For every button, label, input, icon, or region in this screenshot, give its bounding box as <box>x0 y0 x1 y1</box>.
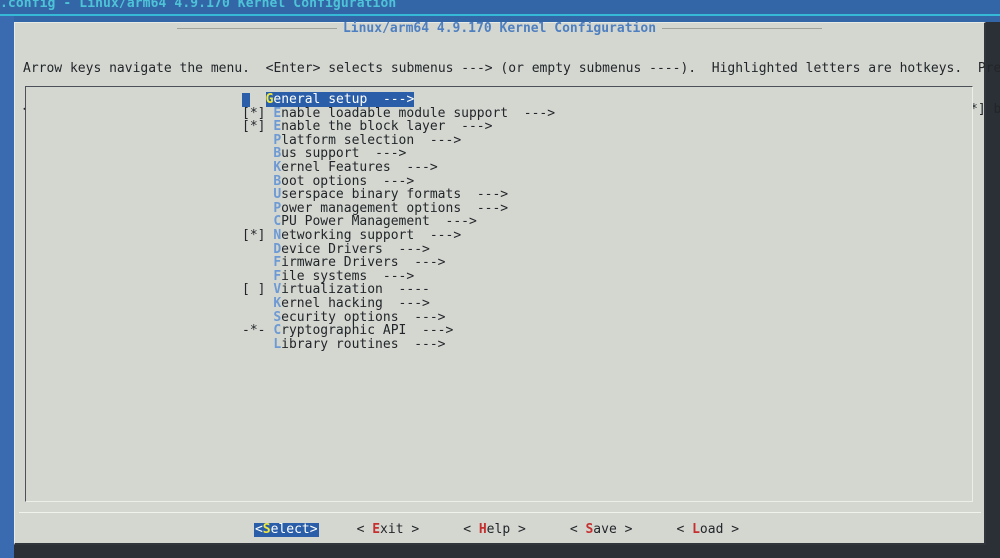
menu-item[interactable]: Power management options ---> <box>242 200 555 216</box>
menu-item[interactable]: Platform selection ---> <box>242 132 555 148</box>
button-bracket-open: < <box>569 522 586 537</box>
menu-item[interactable]: Security options ---> <box>242 310 555 325</box>
button-label: elect <box>270 522 310 537</box>
menu-item-submenu-arrow: ---> <box>461 119 493 135</box>
selection-cursor <box>242 93 250 107</box>
button-load[interactable]: < Load > <box>676 523 739 537</box>
menuconfig-dialog: Linux/arm64 4.9.170 Kernel Configuration… <box>14 21 1000 545</box>
menu-item[interactable]: [*] Networking support ---> <box>242 229 555 243</box>
button-label: xit <box>380 522 404 537</box>
menu-item[interactable]: Kernel hacking ---> <box>242 297 555 311</box>
menu-item-label: ibrary routines <box>281 336 415 352</box>
button-help[interactable]: < Help > <box>463 523 526 537</box>
button-bracket-close: > <box>510 522 526 537</box>
menu-item[interactable]: CPU Power Management ---> <box>242 215 555 229</box>
dialog-title-rule-left <box>176 28 337 30</box>
menu-item[interactable]: Device Drivers ---> <box>242 242 555 257</box>
menu-item[interactable]: Kernel Features ---> <box>242 161 555 175</box>
button-select[interactable]: <Select> <box>253 522 319 537</box>
dialog-title-text: Linux/arm64 4.9.170 Kernel Configuration <box>342 21 657 36</box>
menu-item[interactable]: [*] Enable loadable module support ---> <box>242 105 556 121</box>
button-bracket-open: < <box>254 522 263 537</box>
button-hotkey: S <box>262 522 271 537</box>
button-bracket-close: > <box>723 522 740 537</box>
button-label: elp <box>486 522 511 537</box>
menu-list-box[interactable]: General setup ---> [*] Enable loadable mo… <box>25 86 973 502</box>
help-line-1: Arrow keys navigate the menu. <Enter> se… <box>23 61 1000 77</box>
menu-item-submenu-arrow: ---> <box>414 255 446 271</box>
terminal-screen: .config - Linux/arm64 4.9.170 Kernel Con… <box>0 0 1000 558</box>
menu-item[interactable]: Boot options ---> <box>242 174 555 189</box>
button-bracket-close: > <box>403 522 420 537</box>
button-bar: <Select> < Exit > < Help > < Save > < Load > <box>15 523 984 537</box>
menu-item-submenu-arrow: ---> <box>414 336 446 352</box>
window-titlebar: .config - Linux/arm64 4.9.170 Kernel Con… <box>0 0 1000 14</box>
menu-item[interactable]: General setup ---> <box>242 92 555 107</box>
menu-item[interactable]: -*- Cryptographic API ---> <box>242 324 555 338</box>
menu-item[interactable]: [*] Enable the block layer ---> <box>242 120 555 134</box>
menu-item-flag[interactable] <box>242 337 273 352</box>
window-title-text: .config - Linux/arm64 4.9.170 Kernel Con… <box>0 0 397 11</box>
window-left-edge <box>0 16 14 558</box>
dialog-title-rule-right <box>662 28 823 30</box>
dialog-title: Linux/arm64 4.9.170 Kernel Configuration <box>15 21 984 36</box>
button-hotkey: L <box>692 522 700 537</box>
button-hotkey: E <box>372 522 381 537</box>
button-exit[interactable]: < Exit > <box>357 523 420 537</box>
button-label: ave <box>593 522 617 537</box>
menu-item[interactable]: Userspace binary formats ---> <box>242 188 555 202</box>
menu-item[interactable]: Firmware Drivers ---> <box>242 256 555 270</box>
menu-items: General setup ---> [*] Enable loadable mo… <box>242 92 556 352</box>
button-hotkey: H <box>478 522 487 537</box>
button-bracket-open: < <box>676 522 693 537</box>
button-save[interactable]: < Save > <box>570 523 633 537</box>
menu-item[interactable]: Bus support ---> <box>242 147 555 161</box>
button-label: oad <box>699 522 724 537</box>
button-bar-separator <box>19 512 981 513</box>
button-bracket-close: > <box>309 522 318 537</box>
menu-item-submenu-arrow: ---> <box>476 200 509 216</box>
menu-item[interactable]: File systems ---> <box>242 269 555 284</box>
menu-item-hotkey: L <box>273 336 282 352</box>
menu-item[interactable]: [ ] Virtualization ---- <box>242 283 555 297</box>
menu-item-submenu-arrow: ---> <box>429 132 462 148</box>
button-bracket-open: < <box>463 522 479 537</box>
menu-item[interactable]: Library routines ---> <box>242 336 555 352</box>
button-bracket-close: > <box>616 522 633 537</box>
menu-item-submenu-arrow: ---> <box>429 227 462 243</box>
button-bracket-open: < <box>356 522 373 537</box>
menu-item-submenu-arrow: ---> <box>523 105 556 121</box>
